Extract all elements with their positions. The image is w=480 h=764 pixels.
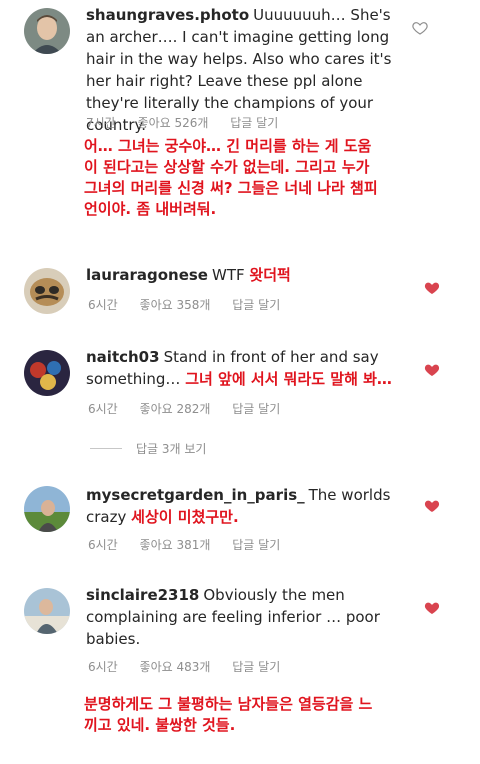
reply-button[interactable]: 답글 달기 <box>232 400 280 417</box>
comment-meta: 7시간 좋아요 526개 답글 달기 <box>86 114 296 131</box>
comment-username[interactable]: shaungraves.photo <box>86 6 249 24</box>
avatar[interactable] <box>24 268 70 314</box>
comment-meta: 6시간 좋아요 381개 답글 달기 <box>88 536 298 553</box>
translation-text: 어… 그녀는 궁수야… 긴 머리를 하는 게 도움이 된다고는 상상할 수가 없… <box>84 137 378 218</box>
avatar[interactable] <box>24 350 70 396</box>
avatar[interactable] <box>24 8 70 54</box>
translation-text: 그녀 앞에 서서 뭐라도 말해 봐… <box>185 370 392 388</box>
comment-time: 6시간 <box>88 298 118 312</box>
reply-button[interactable]: 답글 달기 <box>232 536 280 553</box>
comment-time: 6시간 <box>88 660 118 674</box>
comment-body: mysecretgarden_in_paris_ The worlds crazy… <box>86 484 406 528</box>
comment-likes[interactable]: 좋아요 282개 <box>140 400 211 417</box>
avatar[interactable] <box>24 486 70 532</box>
comment-meta: 6시간 좋아요 282개 답글 달기 <box>88 400 298 417</box>
heart-filled-icon[interactable] <box>424 600 440 616</box>
heart-outline-icon[interactable] <box>412 20 428 36</box>
reply-button[interactable]: 답글 달기 <box>232 658 280 675</box>
view-replies-label: 답글 3개 보기 <box>136 442 207 456</box>
reply-button[interactable]: 답글 달기 <box>230 114 278 131</box>
comment-time: 6시간 <box>88 402 118 416</box>
comment-likes[interactable]: 좋아요 358개 <box>140 296 211 313</box>
comment-meta: 6시간 좋아요 358개 답글 달기 <box>88 296 298 313</box>
heart-filled-icon[interactable] <box>424 498 440 514</box>
translation-text: 세상이 미쳤구만. <box>131 508 239 526</box>
translation-text: 왓더퍽 <box>249 266 291 284</box>
view-replies-button[interactable]: 답글 3개 보기 <box>90 440 206 457</box>
comment-likes[interactable]: 좋아요 483개 <box>140 658 211 675</box>
comment-body: sinclaire2318 Obviously the men complaini… <box>86 584 406 650</box>
avatar[interactable] <box>24 588 70 634</box>
heart-filled-icon[interactable] <box>424 362 440 378</box>
comment-likes[interactable]: 좋아요 381개 <box>140 536 211 553</box>
comment-meta: 6시간 좋아요 483개 답글 달기 <box>88 658 298 675</box>
comment-text: WTF <box>211 266 245 284</box>
translation-text: 분명하게도 그 불평하는 남자들은 열등감을 느끼고 있네. 불쌍한 것들. <box>84 695 373 734</box>
comment-username[interactable]: lauraragonese <box>86 266 208 284</box>
comment-username[interactable]: mysecretgarden_in_paris_ <box>86 486 305 504</box>
divider <box>90 448 122 449</box>
reply-button[interactable]: 답글 달기 <box>232 296 280 313</box>
comment-time: 7시간 <box>86 116 116 130</box>
comment-username[interactable]: naitch03 <box>86 348 160 366</box>
comment-likes[interactable]: 좋아요 526개 <box>138 114 209 131</box>
comment-body: lauraragonese WTF 왓더퍽 <box>86 264 406 286</box>
comment-body: naitch03 Stand in front of her and say so… <box>86 346 436 390</box>
comment-username[interactable]: sinclaire2318 <box>86 586 199 604</box>
heart-filled-icon[interactable] <box>424 280 440 296</box>
comment-time: 6시간 <box>88 538 118 552</box>
